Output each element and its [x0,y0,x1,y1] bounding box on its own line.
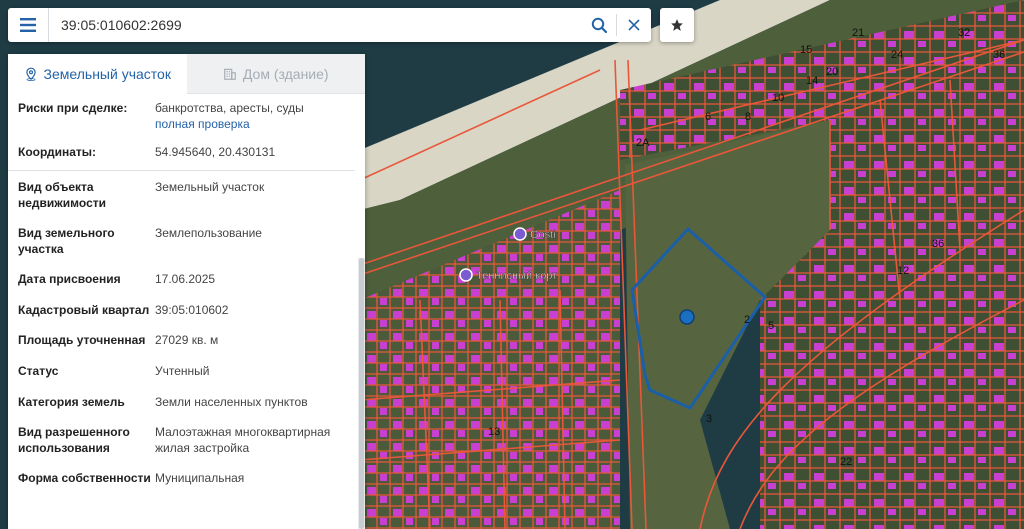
clear-search-button[interactable] [617,8,651,42]
info-row: Вид разрешенного использования Малоэтажн… [8,424,355,456]
info-value: Земли населенных пунктов [155,395,308,409]
poi-label-tennis: Теннисный корт [476,270,557,282]
map-number-label: 20 [826,66,838,78]
close-icon [628,19,640,31]
info-label: Координаты: [18,145,97,159]
map-number-label: 13 [488,426,500,438]
tab-land-plot[interactable]: Земельный участок [8,54,187,94]
info-label: Дата присвоения [18,272,121,286]
info-row: Вид объекта недвижимости Земельный участ… [8,179,355,211]
panel-tabs: Земельный участок Дом (здание) [8,54,365,94]
info-label: Риски при сделке: [18,101,128,115]
info-row: Кадастровый квартал 39:05:010602 [8,302,355,318]
risks-value: банкротства, аресты, суды [155,101,304,115]
map-number-label: 21 [852,27,864,39]
location-pin-icon [25,67,36,81]
map-number-label: 2А [636,137,650,149]
map-number-label: 8 [745,111,751,123]
map-number-label: 6 [705,111,711,123]
map-number-label: 36 [993,49,1005,61]
info-value: 39:05:010602 [155,303,229,317]
cafe-poi-icon[interactable] [513,227,527,241]
info-label: Вид земельного участка [18,226,115,256]
info-label: Вид разрешенного использования [18,425,130,455]
info-divider [8,170,355,171]
info-row: Категория земель Земли населенных пункто… [8,394,355,410]
search-button[interactable] [582,8,616,42]
info-panel: Земельный участок Дом (здание) Риски при… [8,54,365,529]
info-row-coords: Координаты: 54.945640, 20.430131 [8,144,355,160]
menu-button[interactable] [8,8,49,42]
favorite-button[interactable] [660,8,694,42]
hamburger-icon [20,18,36,32]
tennis-poi-icon[interactable] [459,268,473,282]
search-bar [8,8,651,42]
parcel-center-marker[interactable] [679,309,695,325]
map-number-label: 15 [800,44,812,56]
info-row: Статус Учтенный [8,363,355,379]
search-input[interactable] [49,10,582,40]
tab-land-plot-label: Земельный участок [43,66,171,82]
info-label: Категория земель [18,395,125,409]
info-value: Малоэтажная многоквартирная жилая застро… [155,425,331,455]
info-row: Дата присвоения 17.06.2025 [8,271,355,287]
tab-building-label: Дом (здание) [242,65,329,82]
info-label: Вид объекта недвижимости [18,180,106,210]
map-number-label: 10 [772,92,784,104]
full-check-link[interactable]: полная проверка [155,116,355,132]
map-number-label: 12 [897,265,909,277]
coords-value[interactable]: 54.945640, 20.430131 [155,144,355,160]
info-row-risks: Риски при сделке: банкротства, аресты, с… [8,100,355,132]
map-number-label: 2 [744,314,750,326]
info-label: Форма собственности [18,471,151,485]
building-icon [224,68,236,80]
map-number-label: 32 [958,27,970,39]
search-icon [591,17,607,33]
map-number-label: 22 [840,456,852,468]
info-label: Кадастровый квартал [18,303,150,317]
info-label: Площадь уточненная [18,333,146,347]
info-value: Земельный участок [155,180,265,194]
tab-building[interactable]: Дом (здание) [186,54,365,94]
star-icon [671,19,683,31]
map-number-label: 24 [891,49,903,61]
info-row: Вид земельного участка Землепользование [8,225,355,257]
map-number-label: 14 [806,75,818,87]
info-row: Площадь уточненная 27029 кв. м [8,332,355,348]
map-number-label: 36 [932,238,944,250]
map-number-label: 5 [768,320,774,332]
info-row: Форма собственности Муниципальная [8,470,355,486]
poi-label-cafe: Gosti [530,229,556,241]
panel-scrollbar[interactable] [358,258,365,529]
info-value: Учтенный [155,364,210,378]
map-number-label: 3 [706,413,712,425]
info-value: Землепользование [155,226,262,240]
info-value: 27029 кв. м [155,333,219,347]
info-value: Муниципальная [155,471,245,485]
info-rows: Риски при сделке: банкротства, аресты, с… [8,94,355,529]
scrollbar-thumb[interactable] [359,258,364,529]
info-value: 17.06.2025 [155,272,216,286]
info-label: Статус [18,364,59,378]
